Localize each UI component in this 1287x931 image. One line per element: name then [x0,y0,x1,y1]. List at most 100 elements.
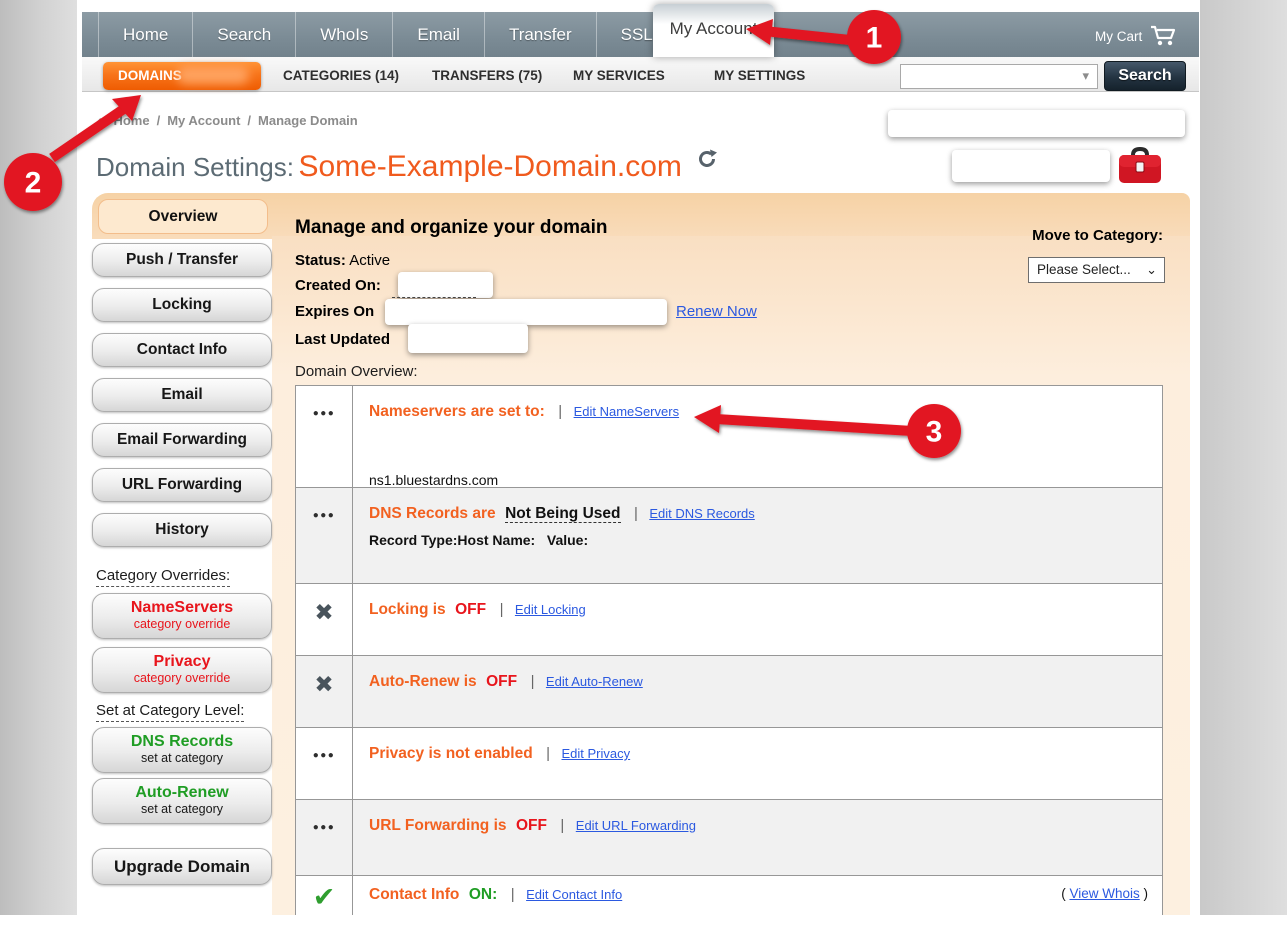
redaction-box [398,272,493,298]
override-sub: category override [93,671,271,685]
sidebar-category-auto-renew[interactable]: Auto-Renew set at category [92,778,272,824]
redaction-blur [177,66,249,84]
row-title: Privacy is not enabled [369,745,533,762]
breadcrumb-manage-domain: Manage Domain [258,113,358,129]
check-icon: ✔ [313,886,336,916]
table-row-url-forwarding: ●●● URL Forwarding is OFF | Edit URL For… [296,800,1162,876]
my-cart-button[interactable]: My Cart [1095,25,1178,47]
view-whois-link[interactable]: View Whois [1069,886,1139,901]
my-cart-label: My Cart [1095,29,1142,44]
separator: | [634,505,638,522]
sidebar-tab-email-forwarding[interactable]: Email Forwarding [92,423,272,457]
page-margin-left [0,0,77,915]
row-title: URL Forwarding is [369,817,507,834]
separator: | [546,745,550,762]
sidebar-tab-url-forwarding[interactable]: URL Forwarding [92,468,272,502]
page-title-domain: Some-Example-Domain.com [298,150,681,183]
table-row-privacy: ●●● Privacy is not enabled | Edit Privac… [296,728,1162,800]
domain-search-select[interactable]: ▾ [900,64,1098,89]
domain-overview-table: ●●● Nameservers are set to: | Edit NameS… [295,385,1163,915]
table-row-nameservers: ●●● Nameservers are set to: | Edit NameS… [296,386,1162,488]
sidebar-category-dns-records[interactable]: DNS Records set at category [92,727,272,773]
sidebar-override-privacy[interactable]: Privacy category override [92,647,272,693]
bottom-cutoff [0,915,1287,931]
move-to-category-select[interactable]: Please Select... ⌄ [1028,257,1165,283]
content-heading: Manage and organize your domain [295,217,608,239]
dots-icon: ●●● [313,750,336,799]
edit-privacy-link[interactable]: Edit Privacy [562,746,631,761]
status-line: Status: Active [295,252,390,269]
nav-tab-home[interactable]: Home [98,12,193,57]
table-row-auto-renew: ✖ Auto-Renew is OFF | Edit Auto-Renew [296,656,1162,728]
status-label: Status: [295,252,346,269]
status-value: Active [349,252,390,269]
override-sub: category override [93,617,271,631]
sidebar-override-nameservers[interactable]: NameServers category override [92,593,272,639]
dns-record-headers: Record Type:Host Name: Value: [369,530,1148,551]
paren: ) [1144,886,1149,901]
domains-label: DOMAINS [118,68,182,83]
nav-tab-whois[interactable]: WhoIs [296,12,393,57]
edit-nameservers-link[interactable]: Edit NameServers [574,404,679,419]
sidebar-tab-push-transfer[interactable]: Push / Transfer [92,243,272,277]
chevron-down-icon: ⌄ [1146,258,1157,282]
page-title-label: Domain Settings: [96,152,294,182]
subnav-item-transfers[interactable]: TRANSFERS (75) [432,68,542,83]
breadcrumb: ⌂ Home / My Account / Manage Domain [96,113,358,129]
page-margin-right [1200,0,1287,915]
nav-tab-transfer[interactable]: Transfer [485,12,597,57]
separator: | [558,403,562,420]
breadcrumb-home[interactable]: Home [113,113,149,129]
override-name: NameServers [93,599,271,617]
category-select-value: Please Select... [1037,262,1131,277]
breadcrumb-my-account[interactable]: My Account [167,113,240,129]
category-sub: set at category [93,751,271,765]
subnav-item-my-services[interactable]: MY SERVICES [573,68,665,83]
view-whois-wrap: ( View Whois ) [1061,886,1148,901]
renew-now-link[interactable]: Renew Now [676,303,757,320]
nav-tab-search[interactable]: Search [193,12,296,57]
nav-tab-my-account[interactable]: My Account [653,4,774,57]
refresh-icon[interactable] [696,148,718,170]
edit-locking-link[interactable]: Edit Locking [515,602,586,617]
redaction-box [385,299,667,325]
separator: | [560,817,564,834]
dashed-underline [392,297,476,298]
row-title: Nameservers are set to: [369,403,545,420]
main-nav: Home Search WhoIs Email Transfer SSL [82,12,1199,57]
move-to-category-label: Move to Category: [950,227,1163,244]
edit-url-forwarding-link[interactable]: Edit URL Forwarding [576,818,696,833]
last-updated-label: Last Updated [295,331,390,348]
sidebar-tab-history[interactable]: History [92,513,272,547]
paren: ( [1061,886,1066,901]
nav-tab-email[interactable]: Email [393,12,485,57]
category-name: Auto-Renew [93,784,271,802]
search-button[interactable]: Search [1104,61,1186,91]
row-value: OFF [486,673,517,690]
expires-label: Expires On [295,303,374,320]
upgrade-domain-button[interactable]: Upgrade Domain [92,848,272,885]
sidebar-tab-contact-info[interactable]: Contact Info [92,333,272,367]
subnav-item-domains[interactable]: DOMAINS [103,62,261,90]
sidebar-tab-email[interactable]: Email [92,378,272,412]
sidebar-tab-locking[interactable]: Locking [92,288,272,322]
subnav-item-my-settings[interactable]: MY SETTINGS [714,68,805,83]
dots-icon: ●●● [313,408,336,487]
toolbox-icon[interactable] [1116,146,1164,186]
row-title: Locking is [369,601,446,618]
table-row-dns-records: ●●● DNS Records are Not Being Used | Edi… [296,488,1162,584]
redaction-box [888,110,1185,137]
row-value: Not Being Used [505,505,620,523]
separator: | [500,601,504,618]
category-name: DNS Records [93,733,271,751]
subnav-item-categories[interactable]: CATEGORIES (14) [283,68,399,83]
edit-dns-records-link[interactable]: Edit DNS Records [649,506,754,521]
edit-contact-info-link[interactable]: Edit Contact Info [526,887,622,902]
sidebar-tab-overview[interactable]: Overview [98,199,268,234]
set-at-category-heading: Set at Category Level: [96,702,244,722]
row-value: OFF [516,817,547,834]
page: Home Search WhoIs Email Transfer SSL My … [0,0,1287,931]
edit-auto-renew-link[interactable]: Edit Auto-Renew [546,674,643,689]
home-icon: ⌂ [96,113,104,129]
redaction-box [408,324,528,353]
